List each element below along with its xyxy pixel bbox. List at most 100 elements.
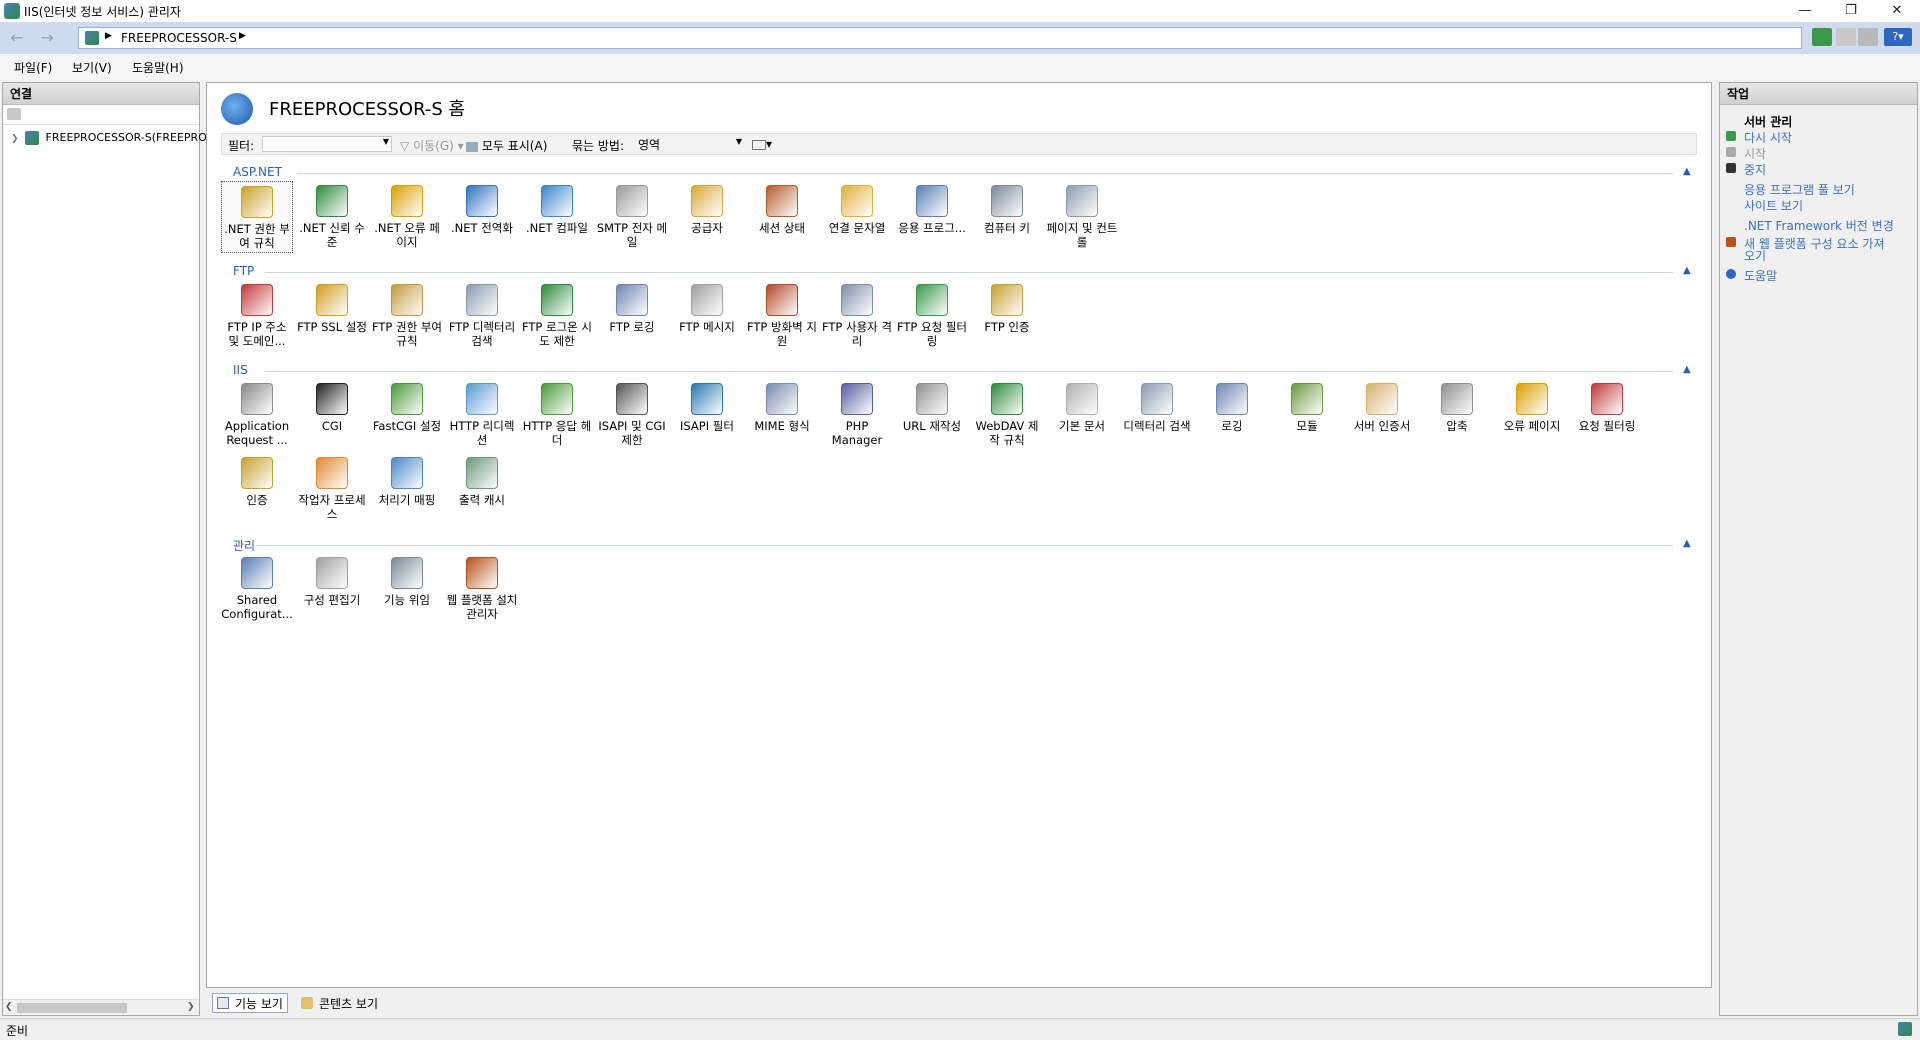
stop-icon[interactable] <box>1836 28 1856 46</box>
feature-tile[interactable]: .NET 신뢰 수준 <box>296 181 368 253</box>
feature-tile[interactable]: 로깅 <box>1196 379 1268 451</box>
feature-tile[interactable]: FTP 권한 부여 규칙 <box>371 280 443 352</box>
feature-tile[interactable]: PHP Manager <box>821 379 893 451</box>
feature-tile[interactable]: WebDAV 제작 규칙 <box>971 379 1043 451</box>
menu-file[interactable]: 파일(F) <box>14 59 52 76</box>
feature-tile[interactable]: 서버 인증서 <box>1346 379 1418 451</box>
feature-tile[interactable]: 구성 편집기 <box>296 553 368 625</box>
feature-label: FTP IP 주소 및 도메인... <box>227 320 287 348</box>
collapse-group-icon[interactable]: ▲ <box>1683 364 1691 375</box>
tree-server-label[interactable]: FREEPROCESSOR-S(FREEPRO <box>46 131 207 144</box>
action-link[interactable]: .NET Framework 버전 변경 <box>1744 217 1894 234</box>
feature-tile[interactable]: 오류 페이지 <box>1496 379 1568 451</box>
ftp-auth-icon <box>391 284 423 316</box>
feature-tile[interactable]: 요청 필터링 <box>1571 379 1643 451</box>
feature-tile[interactable]: FTP SSL 설정 <box>296 280 368 352</box>
home-icon[interactable] <box>1858 28 1878 46</box>
feature-tile[interactable]: 압축 <box>1421 379 1493 451</box>
feature-tile[interactable]: CGI <box>296 379 368 451</box>
chevron-right-icon[interactable]: ▶ <box>105 31 112 41</box>
feature-tile[interactable]: 연결 문자열 <box>821 181 893 253</box>
authentication-icon <box>241 457 273 489</box>
feature-tile[interactable]: 인증 <box>221 453 293 525</box>
scroll-thumb[interactable] <box>17 1003 127 1013</box>
feature-tile[interactable]: FastCGI 설정 <box>371 379 443 451</box>
feature-tile[interactable]: Application Request ... <box>221 379 293 451</box>
feature-tile[interactable]: 모듈 <box>1271 379 1343 451</box>
feature-tile[interactable]: FTP 로그온 시도 제한 <box>521 280 593 352</box>
feature-label: .NET 권한 부여 규칙 <box>224 222 290 250</box>
feature-tile[interactable]: SMTP 전자 메일 <box>596 181 668 253</box>
feature-tile[interactable]: HTTP 응답 헤더 <box>521 379 593 451</box>
refresh-icon[interactable] <box>1812 28 1832 46</box>
feature-tile[interactable]: 기능 위임 <box>371 553 443 625</box>
forward-button[interactable]: → <box>36 28 58 48</box>
handler-mapping-icon <box>391 457 423 489</box>
feature-tile[interactable]: Shared Configurat... <box>221 553 293 625</box>
action-link[interactable]: 사이트 보기 <box>1744 197 1803 214</box>
feature-tile[interactable]: HTTP 리디렉션 <box>446 379 518 451</box>
feature-tile[interactable]: MIME 형식 <box>746 379 818 451</box>
collapse-group-icon[interactable]: ▲ <box>1683 538 1691 549</box>
feature-tile[interactable]: 공급자 <box>671 181 743 253</box>
action-link[interactable]: 다시 시작 <box>1744 129 1792 146</box>
feature-tile[interactable]: FTP 메시지 <box>671 280 743 352</box>
restore-button[interactable]: ❐ <box>1828 0 1874 22</box>
feature-tile[interactable]: FTP 인증 <box>971 280 1043 352</box>
expand-arrow-icon[interactable]: ❯ <box>11 134 19 144</box>
feature-tile[interactable]: URL 재작성 <box>896 379 968 451</box>
feature-tile[interactable]: 웹 플랫폼 설치 관리자 <box>446 553 518 625</box>
menu-help[interactable]: 도움말(H) <box>132 59 184 76</box>
scroll-right-icon[interactable]: ❯ <box>187 1002 195 1012</box>
database-icon <box>841 185 873 217</box>
action-link[interactable]: 중지 <box>1744 161 1766 178</box>
ftp-lock-icon <box>316 284 348 316</box>
feature-tile[interactable]: 컴퓨터 키 <box>971 181 1043 253</box>
breadcrumb-server[interactable]: FREEPROCESSOR-S <box>121 31 237 45</box>
feature-tile[interactable]: FTP 요청 필터링 <box>896 280 968 352</box>
feature-tile[interactable]: FTP 사용자 격리 <box>821 280 893 352</box>
feature-label: 요청 필터링 <box>1578 419 1636 433</box>
close-button[interactable]: ✕ <box>1874 0 1920 22</box>
feature-tile[interactable]: FTP 방화벽 지원 <box>746 280 818 352</box>
feature-tile[interactable]: .NET 권한 부여 규칙 <box>221 181 293 253</box>
tree-server-node[interactable]: ❯ FREEPROCESSOR-S(FREEPRO <box>11 131 207 145</box>
action-link[interactable]: 도움말 <box>1744 267 1777 284</box>
horizontal-scrollbar[interactable]: ❮ ❯ <box>3 999 199 1015</box>
feature-tile[interactable]: .NET 오류 페이지 <box>371 181 443 253</box>
menu-view[interactable]: 보기(V) <box>72 59 112 76</box>
feature-tile[interactable]: FTP 로깅 <box>596 280 668 352</box>
chevron-right-icon[interactable]: ▶ <box>239 31 246 41</box>
feature-tile[interactable]: ISAPI 필터 <box>671 379 743 451</box>
feature-tile[interactable]: 디렉터리 검색 <box>1121 379 1193 451</box>
feature-tile[interactable]: ISAPI 및 CGI 제한 <box>596 379 668 451</box>
feature-label: .NET 컴파일 <box>526 221 588 235</box>
feature-tile[interactable]: 출력 캐시 <box>446 453 518 525</box>
feature-tile[interactable]: 처리기 매핑 <box>371 453 443 525</box>
feature-tile[interactable]: 응용 프로그... <box>896 181 968 253</box>
feature-tile[interactable]: FTP IP 주소 및 도메인... <box>221 280 293 352</box>
feature-tile[interactable]: .NET 컴파일 <box>521 181 593 253</box>
action-link[interactable]: 오기 <box>1744 247 1766 264</box>
tab-content-view[interactable]: 콘텐츠 보기 <box>296 993 383 1013</box>
address-box[interactable]: ▶ FREEPROCESSOR-S ▶ <box>78 27 1802 49</box>
feature-tile[interactable]: 작업자 프로세스 <box>296 453 368 525</box>
action-link[interactable]: 응용 프로그램 풀 보기 <box>1744 181 1855 198</box>
feature-tile[interactable]: FTP 디렉터리 검색 <box>446 280 518 352</box>
feature-tile[interactable]: 페이지 및 컨트롤 <box>1046 181 1118 253</box>
feature-tile[interactable]: .NET 전역화 <box>446 181 518 253</box>
tab-features-view[interactable]: 기능 보기 <box>212 993 288 1013</box>
minimize-button[interactable]: — <box>1782 0 1828 22</box>
collapse-group-icon[interactable]: ▲ <box>1683 166 1691 177</box>
feature-tile[interactable]: 기본 문서 <box>1046 379 1118 451</box>
help-icon[interactable]: ?▾ <box>1884 28 1912 46</box>
feature-groups: ASP.NET ▲ .NET 권한 부여 규칙 .NET 신뢰 수준 .NET 오류 페… <box>207 83 1711 963</box>
create-connection-icon[interactable] <box>7 108 21 120</box>
scroll-left-icon[interactable]: ❮ <box>5 1002 13 1012</box>
back-button[interactable]: ← <box>6 28 28 48</box>
action-link[interactable]: 시작 <box>1744 145 1766 162</box>
collapse-group-icon[interactable]: ▲ <box>1683 265 1691 276</box>
feature-tile[interactable]: 세션 상태 <box>746 181 818 253</box>
feature-label: WebDAV 제작 규칙 <box>975 419 1039 447</box>
status-text: 준비 <box>6 1024 29 1038</box>
